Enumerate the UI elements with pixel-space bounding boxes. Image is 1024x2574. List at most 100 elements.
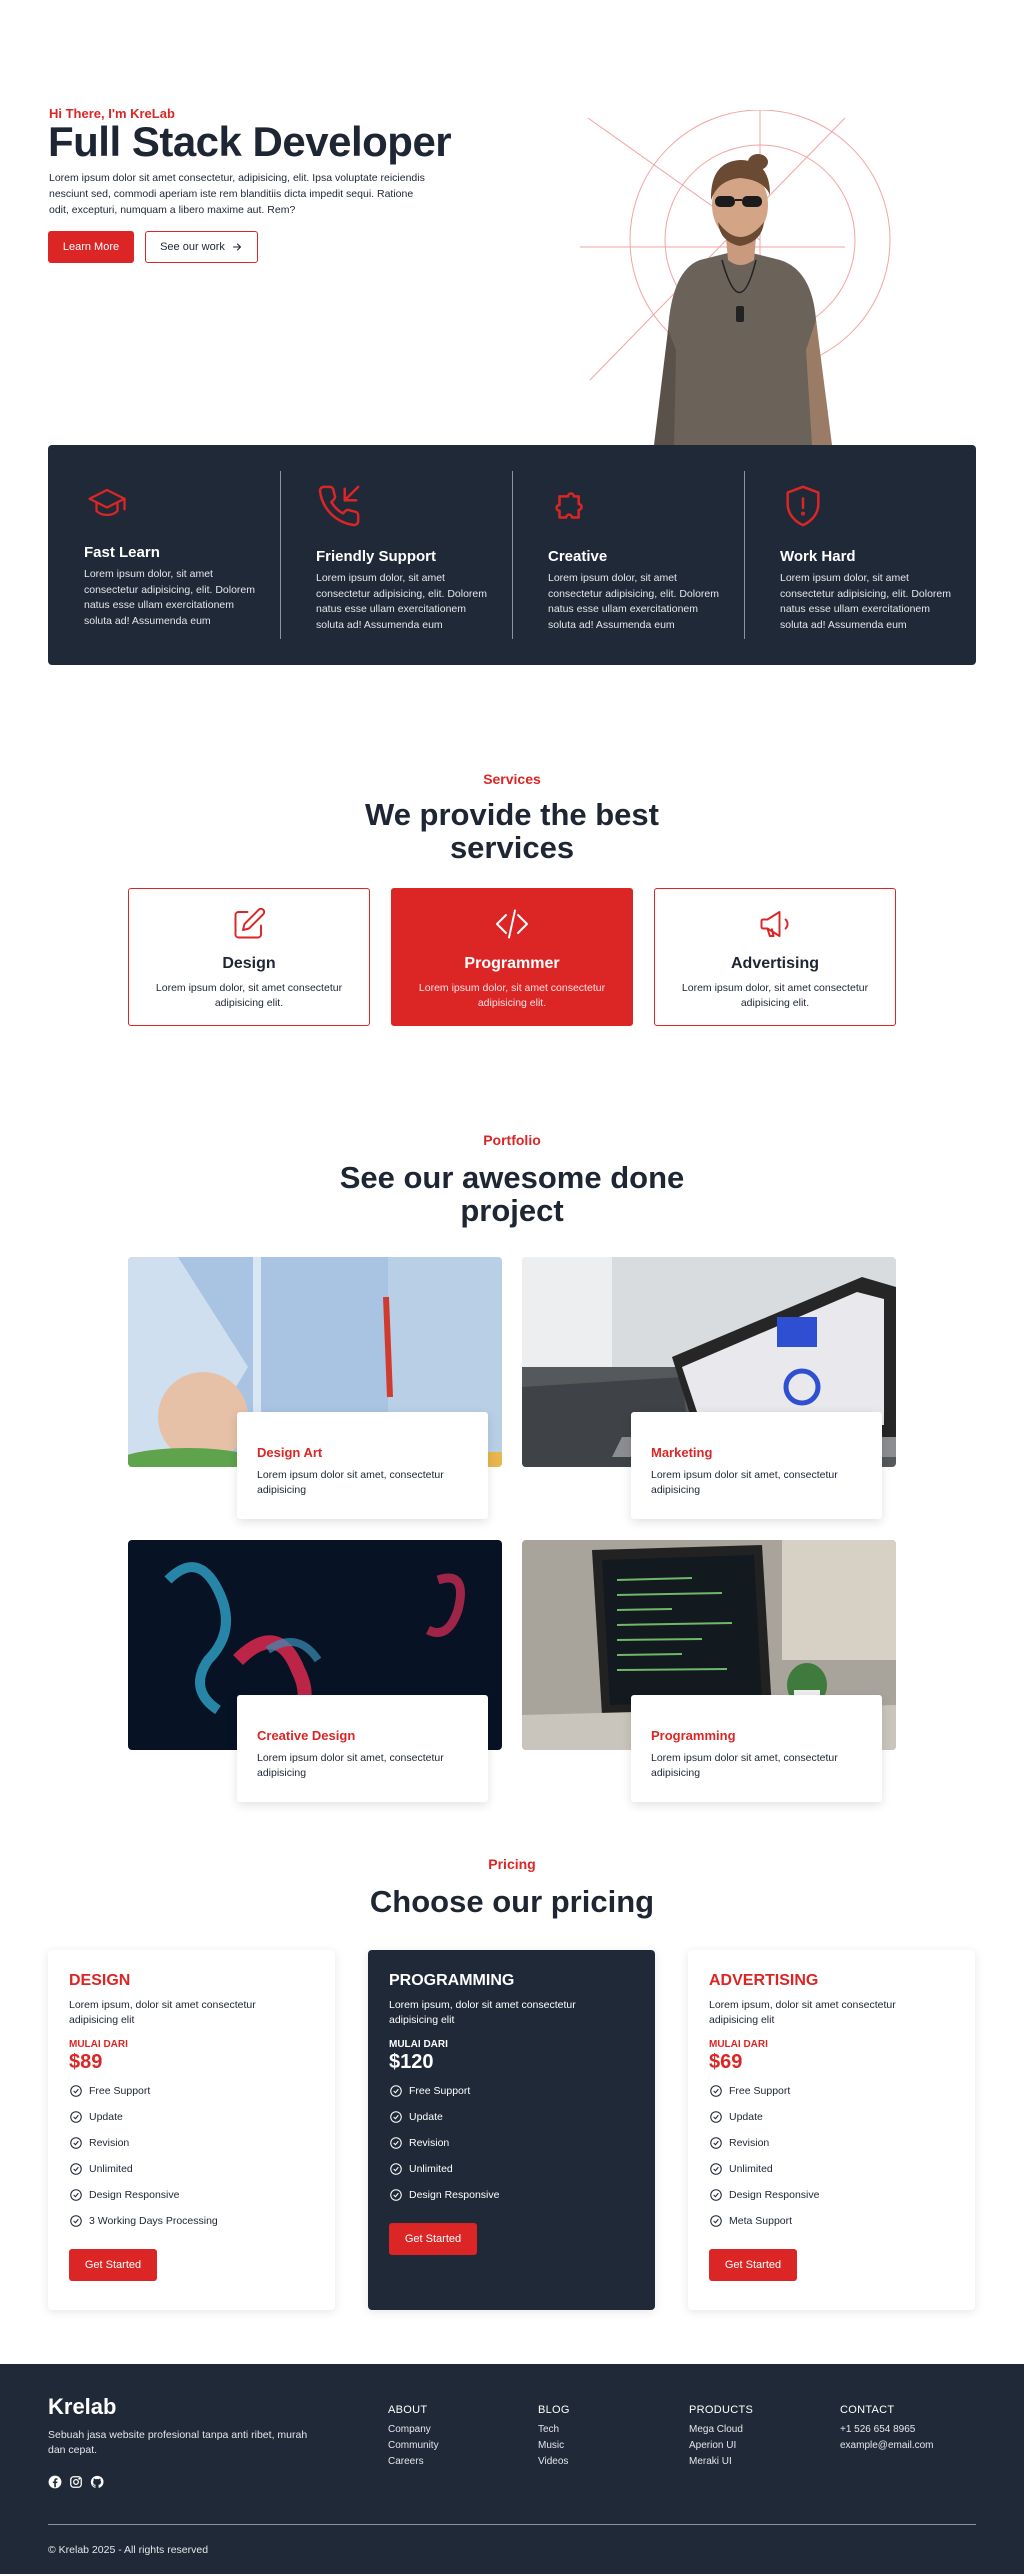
footer-column-products: PRODUCTS Mega Cloud Aperion UI Meraki UI	[689, 2404, 753, 2472]
shield-alert-icon	[786, 485, 820, 527]
check-circle-icon	[70, 2137, 82, 2149]
service-title: Design	[222, 955, 276, 972]
plan-feature: Update	[69, 2104, 314, 2130]
copyright: © Krelab 2025 - All rights reserved	[48, 2544, 209, 2556]
megaphone-icon	[760, 911, 789, 937]
plan-feature: Free Support	[709, 2078, 954, 2104]
footer-column-contact: CONTACT +1 526 654 8965 example@email.co…	[840, 2404, 934, 2456]
feature-card: Friendly Support Lorem ipsum dolor, sit …	[280, 471, 512, 639]
footer-link[interactable]: Mega Cloud	[689, 2424, 753, 2435]
footer-link[interactable]: Careers	[388, 2456, 439, 2467]
pricing-kicker: Pricing	[488, 1856, 536, 1872]
feature-title: Friendly Support	[316, 548, 436, 565]
footer-link[interactable]: Music	[538, 2440, 570, 2451]
footer: Krelab Sebuah jasa website profesional t…	[0, 2364, 1024, 2574]
plan-feature: Unlimited	[69, 2156, 314, 2182]
service-card-programmer[interactable]: Programmer Lorem ipsum dolor, sit amet c…	[391, 888, 633, 1026]
hero-illustration	[580, 110, 891, 445]
portfolio-text: Lorem ipsum dolor sit amet, consectetur …	[257, 1469, 444, 1496]
footer-phone[interactable]: +1 526 654 8965	[840, 2424, 934, 2435]
plan-feature: Design Responsive	[389, 2182, 634, 2208]
plan-feature: Unlimited	[389, 2156, 634, 2182]
get-started-button[interactable]: Get Started	[69, 2249, 157, 2281]
portfolio-title: Design Art	[257, 1445, 323, 1460]
plan-feature: Revision	[69, 2130, 314, 2156]
portfolio-card: Marketing Lorem ipsum dolor sit amet, co…	[631, 1412, 882, 1519]
feature-card: Creative Lorem ipsum dolor, sit amet con…	[512, 471, 744, 639]
plan-price: $89	[69, 2051, 103, 2073]
footer-brand: Krelab	[48, 2394, 117, 2419]
check-circle-icon	[710, 2189, 722, 2201]
graduation-cap-icon	[88, 488, 126, 517]
footer-tagline: Sebuah jasa website profesional tanpa an…	[48, 2429, 308, 2456]
feature-card: Fast Learn Lorem ipsum dolor, sit amet c…	[48, 471, 280, 639]
service-text: Lorem ipsum dolor, sit amet consectetur …	[418, 982, 606, 1009]
plan-feature: Design Responsive	[709, 2182, 954, 2208]
plan-feature: Update	[389, 2104, 634, 2130]
hero-description: Lorem ipsum dolor sit amet consectetur, …	[49, 172, 425, 216]
plan-feature: Revision	[709, 2130, 954, 2156]
portfolio-card: Design Art Lorem ipsum dolor sit amet, c…	[237, 1412, 488, 1519]
service-title: Programmer	[464, 955, 560, 972]
github-icon[interactable]	[90, 2475, 104, 2489]
plan-feature-list: Free Support Update Revision Unlimited D…	[709, 2078, 954, 2234]
facebook-icon[interactable]	[48, 2475, 62, 2489]
service-card-advertising[interactable]: Advertising Lorem ipsum dolor, sit amet …	[654, 888, 896, 1026]
portfolio-heading: See our awesome done project	[339, 1160, 685, 1228]
plan-description: Lorem ipsum, dolor sit amet consectetur …	[709, 1999, 896, 2026]
portfolio-kicker: Portfolio	[483, 1132, 541, 1148]
plan-feature: Unlimited	[709, 2156, 954, 2182]
pricing-heading: Choose our pricing	[369, 1884, 655, 1919]
footer-link[interactable]: Videos	[538, 2456, 570, 2467]
portfolio-text: Lorem ipsum dolor sit amet, consectetur …	[651, 1752, 838, 1779]
get-started-button[interactable]: Get Started	[709, 2249, 797, 2281]
footer-column-title: ABOUT	[388, 2404, 428, 2416]
puzzle-icon	[555, 492, 583, 519]
plan-name: DESIGN	[69, 1972, 131, 1989]
check-circle-icon	[710, 2137, 722, 2149]
developer-portrait	[654, 154, 832, 445]
check-circle-icon	[710, 2163, 722, 2175]
plan-price: $120	[389, 2051, 434, 2073]
plan-price: $69	[709, 2051, 743, 2073]
service-card-design[interactable]: Design Lorem ipsum dolor, sit amet conse…	[128, 888, 370, 1026]
portfolio-text: Lorem ipsum dolor sit amet, consectetur …	[257, 1752, 444, 1779]
see-our-work-button[interactable]: See our work	[145, 231, 258, 263]
plan-feature: Design Responsive	[69, 2182, 314, 2208]
footer-link[interactable]: Meraki UI	[689, 2456, 753, 2467]
features-panel: Fast Learn Lorem ipsum dolor, sit amet c…	[48, 445, 976, 665]
feature-text: Lorem ipsum dolor, sit amet consectetur …	[548, 572, 719, 631]
service-text: Lorem ipsum dolor, sit amet consectetur …	[155, 982, 343, 1009]
footer-link[interactable]: Community	[388, 2440, 439, 2451]
footer-divider	[48, 2524, 976, 2525]
portfolio-card: Creative Design Lorem ipsum dolor sit am…	[237, 1695, 488, 1802]
learn-more-button[interactable]: Learn More	[48, 231, 134, 263]
feature-text: Lorem ipsum dolor, sit amet consectetur …	[316, 572, 487, 631]
pricing-card-advertising: ADVERTISING Lorem ipsum, dolor sit amet …	[688, 1950, 975, 2310]
footer-column-title: CONTACT	[840, 2404, 895, 2416]
footer-link[interactable]: Company	[388, 2424, 439, 2435]
feature-text: Lorem ipsum dolor, sit amet consectetur …	[84, 568, 255, 627]
portfolio-card: Programming Lorem ipsum dolor sit amet, …	[631, 1695, 882, 1802]
feature-title: Work Hard	[780, 548, 856, 565]
check-circle-icon	[70, 2085, 82, 2097]
check-circle-icon	[70, 2215, 82, 2227]
footer-column-blog: BLOG Tech Music Videos	[538, 2404, 570, 2472]
portfolio-title: Marketing	[651, 1445, 713, 1460]
arrow-right-icon	[232, 243, 241, 251]
portfolio-text: Lorem ipsum dolor sit amet, consectetur …	[651, 1469, 838, 1496]
plan-name: ADVERTISING	[709, 1972, 819, 1989]
feature-text: Lorem ipsum dolor, sit amet consectetur …	[780, 572, 951, 631]
get-started-button[interactable]: Get Started	[389, 2223, 477, 2255]
footer-link[interactable]: Tech	[538, 2424, 570, 2435]
plan-feature: Free Support	[389, 2078, 634, 2104]
footer-link[interactable]: Aperion UI	[689, 2440, 753, 2451]
footer-column-about: ABOUT Company Community Careers	[388, 2404, 439, 2472]
instagram-icon[interactable]	[69, 2475, 83, 2489]
plan-feature: Update	[709, 2104, 954, 2130]
social-links	[48, 2475, 104, 2489]
check-circle-icon	[70, 2189, 82, 2201]
footer-email[interactable]: example@email.com	[840, 2440, 934, 2451]
check-circle-icon	[390, 2189, 402, 2201]
phone-icon	[318, 485, 360, 527]
